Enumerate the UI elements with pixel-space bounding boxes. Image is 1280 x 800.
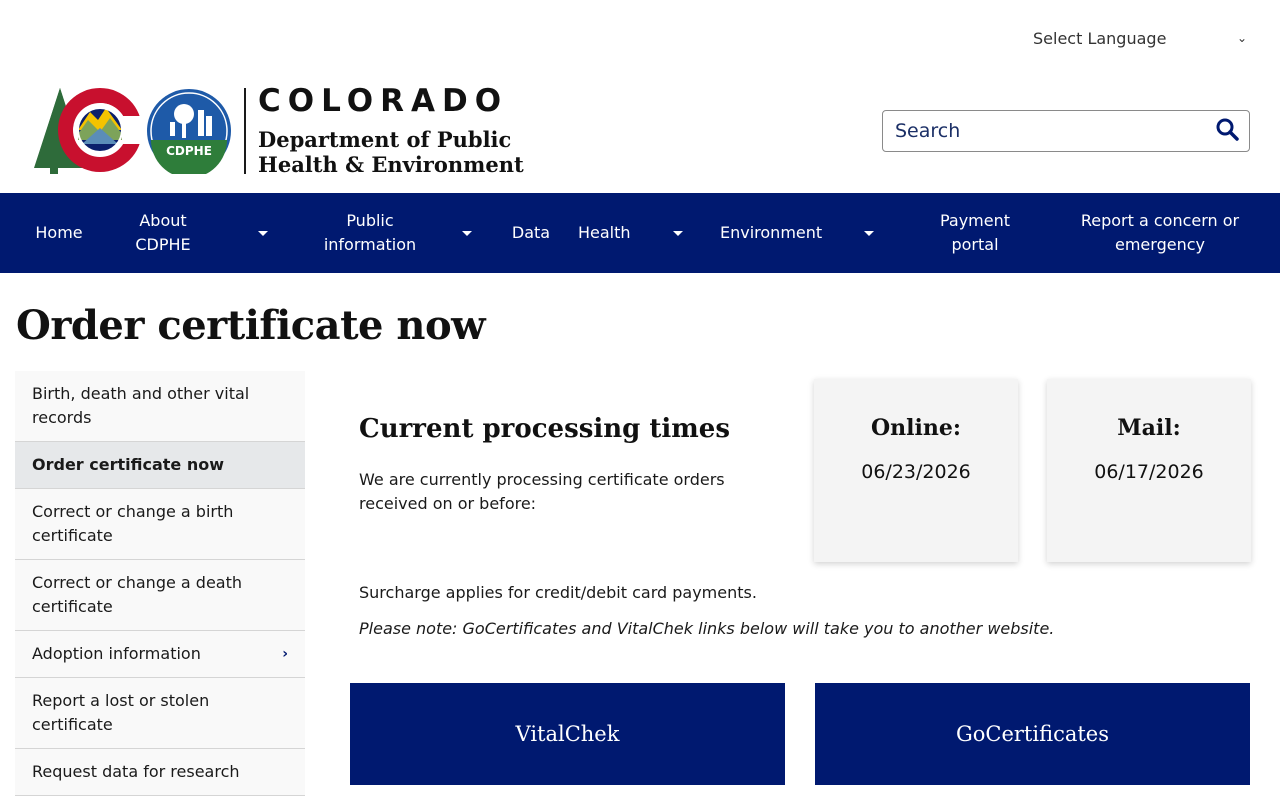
nav-item-label: About CDPHE — [135, 211, 191, 254]
search-input[interactable] — [895, 120, 1215, 142]
logo-text: COLORADO Department of Public Health & E… — [258, 85, 524, 177]
nav-item-environment[interactable]: Environment — [690, 193, 900, 273]
search-box — [882, 110, 1250, 152]
nav-item-label: Public information — [323, 211, 417, 254]
colorado-logo-icon — [30, 86, 152, 176]
caret-down-icon[interactable] — [462, 230, 472, 236]
chevron-down-icon: ⌄ — [1236, 31, 1247, 45]
cdphe-seal-label: CDPHE — [166, 144, 212, 158]
site-logo[interactable]: CDPHE COLORADO Department of Public Heal… — [30, 85, 524, 178]
online-processing-card: Online: 06/23/2026 — [814, 379, 1018, 562]
caret-down-icon[interactable] — [672, 230, 683, 236]
sidebar-item-lost-stolen[interactable]: Report a lost or stolen certificate — [15, 678, 305, 749]
nav-item-health[interactable]: Health — [570, 193, 690, 273]
page-title: Order certificate now — [16, 302, 486, 349]
vitalchek-button[interactable]: VitalChek — [350, 683, 785, 785]
sidebar-item-label: Correct or change a birth certificate — [32, 502, 234, 545]
sidebar-item-label: Order certificate now — [32, 455, 224, 474]
sidebar-item-research-data[interactable]: Request data for research — [15, 749, 305, 796]
language-select[interactable]: Select Language ⌄ — [1033, 26, 1251, 50]
sidebar-item-order-certificate[interactable]: Order certificate now — [15, 442, 305, 489]
cdphe-seal-icon: CDPHE — [146, 88, 232, 178]
mail-label: Mail: — [1117, 415, 1181, 441]
nav-item-label: Home — [35, 223, 83, 242]
sidebar-item-label: Adoption information — [32, 644, 201, 663]
nav-item-report-concern[interactable]: Report a concern or emergency — [1050, 193, 1270, 273]
sidebar-item-label: Request data for research — [32, 762, 240, 781]
logo-state-name: COLORADO — [258, 83, 509, 119]
sidebar-item-label: Correct or change a death certificate — [32, 573, 243, 616]
main-nav: Home About CDPHE Public information Data… — [0, 193, 1280, 273]
processing-times-heading: Current processing times — [359, 414, 730, 444]
nav-item-data[interactable]: Data — [492, 193, 570, 273]
processing-times-description: We are currently processing certificate … — [359, 470, 725, 513]
caret-down-icon[interactable] — [864, 230, 875, 236]
logo-dept-line2: Health & Environment — [258, 152, 524, 177]
nav-item-label: Data — [511, 223, 551, 242]
nav-item-home[interactable]: Home — [16, 193, 102, 273]
logo-dept-line1: Department of Public — [258, 127, 512, 152]
sidebar-item-label: Birth, death and other vital records — [32, 384, 250, 427]
sidebar-nav: Birth, death and other vital records Ord… — [15, 371, 305, 796]
sidebar-item-adoption[interactable]: Adoption information › — [15, 631, 305, 678]
online-label: Online: — [871, 415, 961, 441]
nav-item-label: Report a concern or emergency — [1080, 211, 1240, 254]
nav-item-public-information[interactable]: Public information — [292, 193, 492, 273]
caret-down-icon[interactable] — [258, 230, 268, 236]
search-icon[interactable] — [1215, 117, 1239, 145]
surcharge-note: Surcharge applies for credit/debit card … — [359, 583, 757, 602]
gocertificates-button[interactable]: GoCertificates — [815, 683, 1250, 785]
nav-item-payment-portal[interactable]: Payment portal — [900, 193, 1050, 273]
nav-item-about[interactable]: About CDPHE — [102, 193, 292, 273]
mail-processing-card: Mail: 06/17/2026 — [1047, 379, 1251, 562]
sidebar-item-vital-records[interactable]: Birth, death and other vital records — [15, 371, 305, 442]
nav-item-label: Payment portal — [939, 211, 1011, 254]
sidebar-item-label: Report a lost or stolen certificate — [32, 691, 210, 734]
external-link-note: Please note: GoCertificates and VitalChe… — [359, 619, 1055, 638]
sidebar-item-correct-death[interactable]: Correct or change a death certificate — [15, 560, 305, 631]
language-select-label: Select Language — [1033, 28, 1167, 48]
mail-date: 06/17/2026 — [1094, 461, 1204, 483]
nav-item-label: Health — [578, 223, 631, 242]
chevron-right-icon[interactable]: › — [282, 642, 288, 666]
nav-item-label: Environment — [720, 223, 823, 242]
sidebar-item-correct-birth[interactable]: Correct or change a birth certificate — [15, 489, 305, 560]
online-date: 06/23/2026 — [861, 461, 971, 483]
logo-divider — [244, 88, 246, 174]
